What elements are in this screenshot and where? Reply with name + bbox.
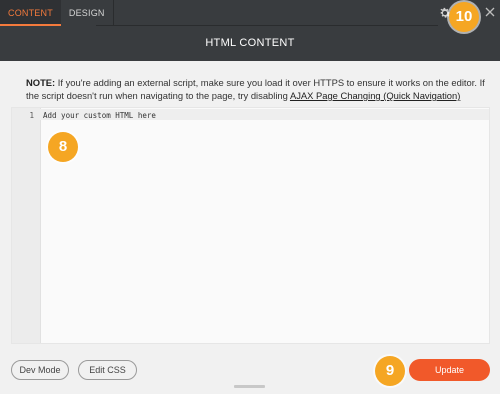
callout-badge-update: 9 [375, 356, 405, 386]
html-code-editor[interactable]: 1 Add your custom HTML here [11, 107, 490, 344]
code-placeholder[interactable]: Add your custom HTML here [43, 111, 156, 120]
callout-badge-settings: 10 [449, 2, 479, 32]
tab-design[interactable]: DESIGN [61, 0, 114, 26]
close-icon[interactable] [484, 6, 496, 18]
tab-content[interactable]: CONTENT [0, 0, 61, 26]
https-note: NOTE: If you're adding an external scrip… [26, 76, 494, 102]
line-number-gutter: 1 [12, 108, 41, 343]
dev-mode-button[interactable]: Dev Mode [11, 360, 69, 380]
line-number: 1 [29, 111, 34, 120]
html-content-modal: CONTENT DESIGN HTML CONTENT 10 NOTE: If … [0, 0, 500, 394]
resize-handle[interactable] [234, 385, 265, 388]
ajax-page-changing-link[interactable]: AJAX Page Changing (Quick Navigation) [290, 90, 460, 101]
modal-header: CONTENT DESIGN HTML CONTENT [0, 0, 500, 61]
tab-bar: CONTENT DESIGN [0, 0, 114, 26]
callout-badge-editor: 8 [48, 132, 78, 162]
edit-css-button[interactable]: Edit CSS [78, 360, 137, 380]
modal-title: HTML CONTENT [205, 37, 295, 49]
update-button[interactable]: Update [409, 359, 490, 381]
note-label: NOTE: [26, 77, 56, 88]
